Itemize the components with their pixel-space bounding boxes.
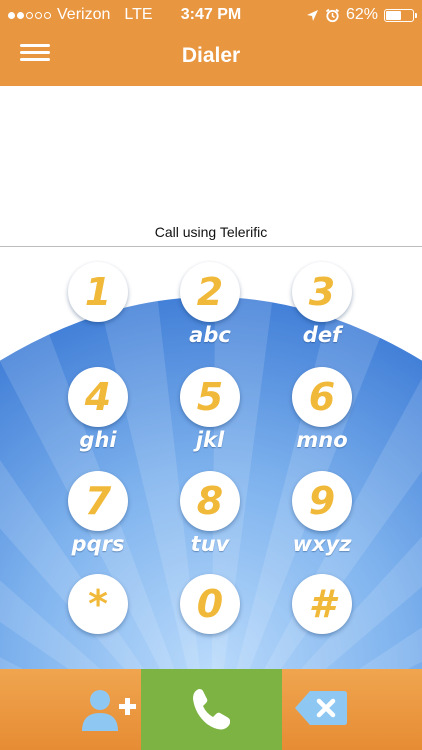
alarm-clock-icon: [325, 8, 340, 22]
key-letters: def: [302, 323, 342, 347]
key-letters: pqrs: [71, 532, 125, 556]
status-bar: Verizon LTE 3:47 PM 62%: [0, 0, 422, 30]
key-digit: 7: [84, 479, 112, 523]
hamburger-menu-icon[interactable]: [20, 44, 50, 66]
backspace-button[interactable]: [282, 669, 422, 750]
battery-percent: 62%: [345, 6, 378, 23]
page-title: Dialer: [181, 44, 241, 67]
key-3[interactable]: 3: [292, 262, 352, 322]
key-4[interactable]: 4: [68, 367, 128, 427]
key-letters: tuv: [190, 532, 230, 556]
action-bar: [0, 669, 422, 750]
key-digit: #: [308, 582, 336, 626]
key-pound[interactable]: #: [292, 574, 352, 634]
location-arrow-icon: [306, 9, 318, 21]
key-letters: ghi: [79, 428, 117, 452]
key-star[interactable]: *: [68, 574, 128, 634]
key-digit: 5: [196, 375, 224, 419]
key-5[interactable]: 5: [180, 367, 240, 427]
app-header: Dialer: [0, 30, 422, 86]
key-digit: *: [88, 582, 108, 626]
call-button[interactable]: [141, 669, 282, 750]
key-letters: wxyz: [292, 532, 352, 556]
key-letters: jkl: [195, 428, 225, 452]
key-8[interactable]: 8: [180, 471, 240, 531]
call-using-label: Call using Telerific: [154, 224, 268, 240]
add-contact-button[interactable]: [0, 669, 141, 750]
phone-icon: [193, 689, 230, 730]
add-contact-icon: [82, 690, 136, 731]
key-0[interactable]: 0: [180, 574, 240, 634]
status-right: 62%: [306, 6, 417, 24]
key-1[interactable]: 1: [68, 262, 128, 322]
key-digit: 0: [196, 582, 224, 626]
keypad: 1 2 abc 3 def 4 ghi 5 jkl 6 mno 7 pqrs 8 tuv 9 wxyz * 0 #: [0, 247, 422, 669]
key-digit: 9: [308, 479, 336, 523]
key-7[interactable]: 7: [68, 471, 128, 531]
key-letters: mno: [296, 428, 348, 452]
key-digit: 8: [196, 479, 224, 523]
key-digit: 1: [84, 270, 112, 314]
key-letters: abc: [189, 323, 231, 347]
key-digit: 4: [84, 375, 112, 419]
battery-icon: [384, 8, 417, 22]
key-digit: 3: [308, 270, 336, 314]
number-display[interactable]: [0, 86, 422, 222]
key-9[interactable]: 9: [292, 471, 352, 531]
key-digit: 2: [196, 270, 224, 314]
top-bar: Verizon LTE 3:47 PM 62% Dialer: [0, 0, 422, 86]
key-digit: 6: [308, 375, 336, 419]
backspace-icon: [295, 691, 347, 725]
key-6[interactable]: 6: [292, 367, 352, 427]
key-2[interactable]: 2: [180, 262, 240, 322]
